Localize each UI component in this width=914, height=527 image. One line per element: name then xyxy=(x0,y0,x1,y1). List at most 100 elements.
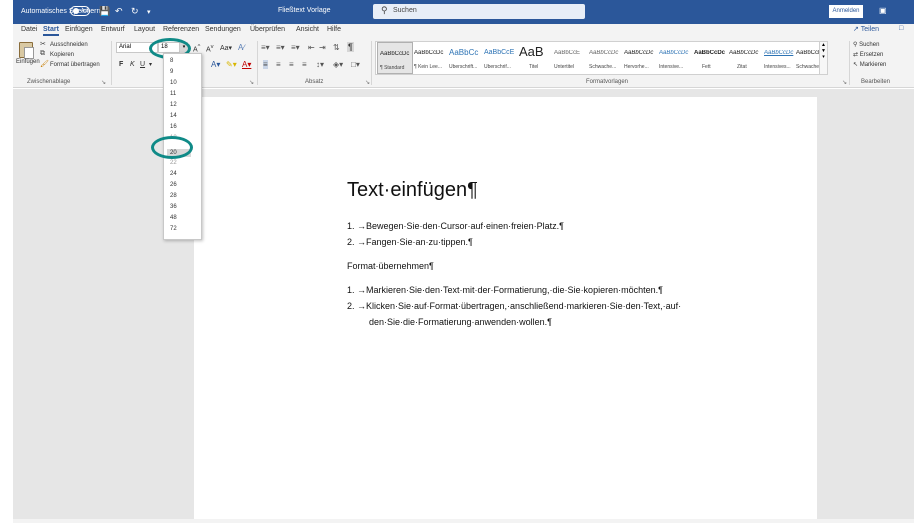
font-size-option[interactable]: 24 xyxy=(170,171,177,177)
ribbon-display-options-icon[interactable]: ▣ xyxy=(879,6,887,15)
tab-home[interactable]: Start xyxy=(43,26,59,36)
font-size-option[interactable]: 11 xyxy=(170,91,176,97)
borders-icon[interactable]: □▾ xyxy=(351,60,360,69)
list-item-continuation[interactable]: den·Sie·die·Formatierung·anwenden·wollen… xyxy=(369,317,552,327)
redo-icon[interactable]: ↻ xyxy=(131,6,139,17)
align-left-icon[interactable]: ≡ xyxy=(263,60,268,69)
font-size-option[interactable]: 72 xyxy=(170,226,177,232)
style-subtle-emphasis[interactable]: AaBbCcDc Schwache... xyxy=(587,42,623,74)
show-formatting-marks-icon[interactable]: ¶ xyxy=(347,42,354,52)
cut-button[interactable]: Ausschneiden xyxy=(50,42,88,48)
highlight-color-icon[interactable]: ✎▾ xyxy=(226,60,237,69)
line-spacing-icon[interactable]: ↕▾ xyxy=(316,60,324,69)
tab-layout[interactable]: Layout xyxy=(134,26,155,33)
font-size-option[interactable]: 12 xyxy=(170,102,177,108)
font-size-option[interactable]: 36 xyxy=(170,204,177,210)
paste-icon[interactable] xyxy=(19,42,34,59)
style-intense-emphasis[interactable]: AaBbCcDc Intensive... xyxy=(657,42,693,74)
select-button[interactable]: ↖ Markieren xyxy=(853,61,886,68)
justify-icon[interactable]: ≡ xyxy=(302,60,307,69)
paragraph-launcher-icon[interactable]: ↘ xyxy=(365,79,370,86)
search-input[interactable]: ⚲ Suchen xyxy=(373,4,585,19)
copy-icon[interactable]: ⧉ xyxy=(40,50,45,58)
style-intense-quote[interactable]: AaBbCcDc Intensives... xyxy=(762,42,798,74)
autosave-toggle[interactable]: Aus xyxy=(70,6,90,16)
font-size-option[interactable]: 8 xyxy=(170,58,173,64)
underline-button[interactable]: U xyxy=(140,61,145,68)
font-size-option[interactable]: 26 xyxy=(170,182,177,188)
tab-view[interactable]: Ansicht xyxy=(296,26,319,33)
style-heading-1[interactable]: AaBbCc Überschrift... xyxy=(447,42,483,74)
copy-button[interactable]: Kopieren xyxy=(50,52,74,58)
status-bar xyxy=(13,519,914,523)
group-separator xyxy=(371,41,372,85)
change-case-icon[interactable]: Aa▾ xyxy=(220,44,232,52)
tab-references[interactable]: Referenzen xyxy=(163,26,199,33)
style-subtle-reference[interactable]: AaBbCcDcSchwache... xyxy=(794,42,822,74)
tab-mailings[interactable]: Sendungen xyxy=(205,26,241,33)
style-name: Überschrift... xyxy=(449,64,478,70)
comments-icon[interactable]: □ xyxy=(899,25,903,32)
styles-launcher-icon[interactable]: ↘ xyxy=(842,79,847,86)
style-strong[interactable]: AaBbCcDc Fett xyxy=(692,42,728,74)
paste-button-label[interactable]: Einfügen xyxy=(16,59,40,65)
tab-help[interactable]: Hilfe xyxy=(327,26,341,33)
increase-indent-icon[interactable]: ⇥ xyxy=(319,43,326,52)
style-title[interactable]: AaB Titel xyxy=(517,42,553,74)
undo-icon[interactable]: ↶ xyxy=(115,6,123,17)
customize-qat-icon[interactable]: ▾ xyxy=(147,8,151,16)
grow-font-icon[interactable]: A^ xyxy=(193,44,200,53)
style-heading-2[interactable]: AaBbCcE Überschrif... xyxy=(482,42,518,74)
document-heading[interactable]: Text·einfügen¶ xyxy=(347,179,478,202)
share-button[interactable]: ↗ Teilen xyxy=(853,25,879,33)
tab-review[interactable]: Überprüfen xyxy=(250,26,285,33)
font-size-option[interactable]: 28 xyxy=(170,193,177,199)
signin-button[interactable]: Anmelden xyxy=(829,5,863,18)
document-page[interactable]: Text·einfügen¶ 1. →Bewegen·Sie·den·Curso… xyxy=(194,97,817,523)
replace-button[interactable]: ⇄ Ersetzen xyxy=(853,51,883,58)
italic-button[interactable]: K xyxy=(130,61,135,68)
align-center-icon[interactable]: ≡ xyxy=(276,60,281,69)
style-subtitle[interactable]: AaBbCcE Untertitel xyxy=(552,42,588,74)
font-size-option[interactable]: 16 xyxy=(170,124,177,130)
numbering-icon[interactable]: ≡▾ xyxy=(276,43,285,52)
shrink-font-icon[interactable]: Av xyxy=(206,44,214,53)
font-size-option[interactable]: 48 xyxy=(170,215,177,221)
style-preview: AaBbCcDc xyxy=(380,51,410,57)
font-size-option[interactable]: 22 xyxy=(170,160,177,166)
text-effects-icon[interactable]: A▾ xyxy=(211,60,220,69)
sort-icon[interactable]: ⇅ xyxy=(333,43,340,52)
font-color-icon[interactable]: A▾ xyxy=(242,60,251,69)
multilevel-list-icon[interactable]: ≡▾ xyxy=(291,43,300,52)
tab-insert[interactable]: Einfügen xyxy=(65,26,93,33)
save-icon[interactable]: 💾 xyxy=(99,6,110,17)
style-no-spacing[interactable]: AaBbCcDc ¶ Kein Lee... xyxy=(412,42,448,74)
font-launcher-icon[interactable]: ↘ xyxy=(249,79,254,86)
list-item[interactable]: →Klicken·Sie·auf·Format·übertragen,·ansc… xyxy=(357,301,681,311)
decrease-indent-icon[interactable]: ⇤ xyxy=(308,43,315,52)
cut-icon[interactable]: ✂ xyxy=(40,40,46,48)
body-paragraph[interactable]: Format·übernehmen¶ xyxy=(347,261,434,271)
format-painter-button[interactable]: Format übertragen xyxy=(50,62,100,68)
shading-icon[interactable]: ◈▾ xyxy=(333,60,343,69)
style-standard[interactable]: AaBbCcDc ¶ Standard xyxy=(377,42,413,74)
font-size-option[interactable]: 10 xyxy=(170,80,177,86)
clipboard-launcher-icon[interactable]: ↘ xyxy=(101,79,106,86)
font-size-option[interactable]: 9 xyxy=(170,69,173,75)
list-item[interactable]: →Markieren·Sie·den·Text·mit·der·Formatie… xyxy=(357,285,663,295)
clear-formatting-icon[interactable]: A∕ xyxy=(238,43,245,52)
style-emphasis[interactable]: AaBbCcDc Hervorhe... xyxy=(622,42,658,74)
bold-button[interactable]: F xyxy=(119,61,123,68)
tab-file[interactable]: Datei xyxy=(21,26,37,33)
styles-gallery-scroll[interactable]: ▲ ▼ ▾ xyxy=(819,42,827,74)
find-button[interactable]: ⚲ Suchen xyxy=(853,41,879,48)
underline-dropdown-icon[interactable]: ▾ xyxy=(149,61,152,68)
list-item[interactable]: →Bewegen·Sie·den·Cursor·auf·einen·freien… xyxy=(357,221,564,231)
style-quote[interactable]: AaBbCcDc Zitat xyxy=(727,42,763,74)
tab-design[interactable]: Entwurf xyxy=(101,26,125,33)
font-size-option[interactable]: 14 xyxy=(170,113,177,119)
format-painter-icon[interactable]: 🖌 xyxy=(40,60,49,68)
bullets-icon[interactable]: ≡▾ xyxy=(261,43,270,52)
align-right-icon[interactable]: ≡ xyxy=(289,60,294,69)
list-item[interactable]: →Fangen·Sie·an·zu·tippen.¶ xyxy=(357,237,473,247)
